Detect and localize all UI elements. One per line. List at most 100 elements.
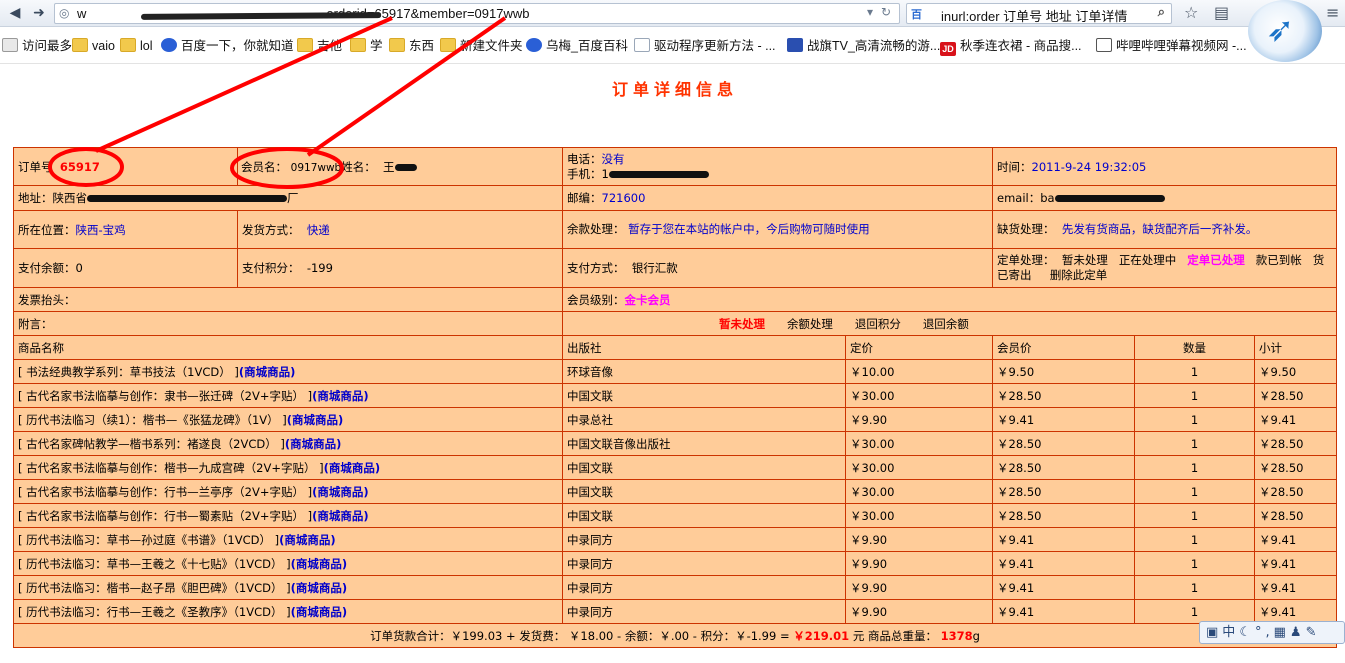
item-member-price: ￥28.50 <box>992 431 1136 456</box>
item-subtotal: ￥9.41 <box>1254 551 1338 576</box>
item-tag-link[interactable]: (商城商品) <box>312 389 369 403</box>
invoice-cell: 发票抬头： <box>13 287 563 312</box>
globe-icon: ◎ <box>59 6 70 20</box>
table-row: [ 古代名家书法临摹与创作：楷书—九成宫碑（2V+字贴） ](商城商品) 中国文联… <box>13 455 1338 480</box>
bookmark-item[interactable]: lol <box>120 36 153 56</box>
address-cell: 地址：陕西省厂 <box>13 185 563 211</box>
header-publisher: 出版社 <box>562 335 846 360</box>
item-tag-link[interactable]: (商城商品) <box>239 365 296 379</box>
bookmark-item[interactable]: 东西 <box>389 36 434 56</box>
item-subtotal: ￥28.50 <box>1254 479 1338 504</box>
item-tag-link[interactable]: (商城商品) <box>291 605 348 619</box>
item-name-cell: [ 古代名家书法临摹与创作：行书—蜀素贴（2V+字贴） ](商城商品) <box>13 503 563 528</box>
item-tag-link[interactable]: (商城商品) <box>312 509 369 523</box>
payment-cell: 支付方式： 银行汇款 <box>561 248 994 288</box>
paid-balance-cell: 支付余额：0 <box>13 248 238 288</box>
bookmark-item[interactable]: 百度一下，你就知道 <box>161 36 294 56</box>
name-redaction <box>394 163 417 171</box>
item-subtotal: ￥9.41 <box>1254 527 1338 552</box>
item-tag-link[interactable]: (商城商品) <box>324 461 381 475</box>
item-tag-link[interactable]: (商城商品) <box>287 413 344 427</box>
table-row: [ 历代书法临习：草书—王羲之《十七贴》（1VCD） ](商城商品) 中录同方 ￥9… <box>13 551 1338 576</box>
order-number: 65917 <box>59 159 100 174</box>
bookmark-item[interactable]: 驱动程序更新方法 - ... <box>634 36 776 56</box>
note-cell: 附言： <box>13 311 563 336</box>
bookmark-item[interactable]: 战旗TV_高清流畅的游... <box>787 36 940 56</box>
member-name: 0917wwb <box>290 161 342 174</box>
item-tag-link[interactable]: (商城商品) <box>279 533 336 547</box>
bookmark-item[interactable]: 访问最多 <box>2 36 72 56</box>
item-quantity: 1 <box>1134 359 1256 384</box>
clipboard-icon[interactable]: ▤ <box>1214 3 1229 22</box>
item-tag-link[interactable]: (商城商品) <box>285 437 342 451</box>
item-publisher: 中录同方 <box>562 527 846 552</box>
ime-logo-icon: ▣ <box>1206 625 1223 640</box>
search-bar[interactable]: 百 inurl:order 订单号 地址 订单详情 ⌕ <box>906 3 1172 24</box>
table-row: [ 古代名家书法临摹与创作：隶书—张迁碑（2V+字贴） ](商城商品) 中国文联 ￥… <box>13 383 1338 408</box>
order-summary: 订单货款合计：￥199.03 + 发货费： ￥18.00 - 余额：￥.00 -… <box>12 623 1338 648</box>
bookmark-item[interactable]: 吉他 <box>297 36 342 56</box>
item-price: ￥30.00 <box>844 455 994 480</box>
delete-order-link[interactable]: 删除此定单 <box>1050 268 1108 282</box>
balance-action-link[interactable]: 余额处理 <box>787 317 833 331</box>
order-status-processed[interactable]: 定单已处理 <box>1187 253 1245 267</box>
back-icon[interactable]: ◀ <box>4 4 26 23</box>
order-status-pending[interactable]: 暂未处理 <box>1062 253 1108 267</box>
item-name-cell: [ 古代名家书法临摹与创作：行书—兰亭序（2V+字贴） ](商城商品) <box>13 479 563 504</box>
doc-icon <box>634 38 650 52</box>
item-price: ￥30.00 <box>844 503 994 528</box>
item-publisher: 中国文联 <box>562 383 846 408</box>
item-publisher: 环球音像 <box>562 359 846 384</box>
forward-icon[interactable]: ➜ <box>28 4 50 23</box>
item-subtotal: ￥28.50 <box>1254 503 1338 528</box>
item-subtotal: ￥28.50 <box>1254 383 1338 408</box>
item-name-cell: [ 古代名家碑帖教学—楷书系列：褚遂良（2VCD） ](商城商品) <box>13 431 563 456</box>
header-product-name: 商品名称 <box>13 335 563 360</box>
item-subtotal: ￥9.50 <box>1254 359 1338 384</box>
bookmark-item[interactable]: 学 <box>350 36 383 56</box>
item-subtotal: ￥28.50 <box>1254 431 1338 456</box>
pending-action-link[interactable]: 暂未处理 <box>719 317 765 331</box>
item-tag-link[interactable]: (商城商品) <box>291 557 348 571</box>
item-price: ￥9.90 <box>844 527 994 552</box>
item-member-price: ￥9.41 <box>992 527 1136 552</box>
bookmark-star-icon[interactable]: ☆ <box>1184 3 1198 22</box>
item-publisher: 中国文联 <box>562 455 846 480</box>
dropdown-arrow-icon[interactable]: ▾ <box>867 5 873 19</box>
star-icon <box>787 38 803 52</box>
bookmark-item[interactable]: 新建文件夹 <box>440 36 523 56</box>
header-member-price: 会员价 <box>992 335 1136 360</box>
item-publisher: 中国文联 <box>562 503 846 528</box>
folder-icon <box>440 38 456 52</box>
action-cell: 暂未处理 余额处理 退回积分 退回余额 <box>561 311 1338 336</box>
item-publisher: 中录同方 <box>562 599 846 624</box>
search-icon[interactable]: ⌕ <box>1158 5 1165 20</box>
order-status-processing[interactable]: 正在处理中 <box>1119 253 1177 267</box>
table-row: [ 古代名家碑帖教学—楷书系列：褚遂良（2VCD） ](商城商品) 中国文联音像出… <box>13 431 1338 456</box>
ime-toolbar[interactable]: ▣中☾°,▦♟✎ <box>1199 621 1345 644</box>
folder-icon <box>72 38 88 52</box>
folder-icon <box>350 38 366 52</box>
jd-icon: JD <box>940 42 956 56</box>
refund-balance-link[interactable]: 退回余额 <box>923 317 969 331</box>
bookmark-item[interactable]: 哔哩哔哩弹幕视频网 -... <box>1096 36 1247 56</box>
order-number-cell: 订单号 65917 <box>13 147 238 186</box>
table-row: [ 历代书法临习：楷书—赵子昂《胆巴碑》（1VCD） ](商城商品) 中录同方 ￥9… <box>13 575 1338 600</box>
mobile-redaction <box>608 170 709 178</box>
menu-icon[interactable]: ≡ <box>1326 3 1339 22</box>
order-status-paid[interactable]: 款已到帐 <box>1256 253 1302 267</box>
item-tag-link[interactable]: (商城商品) <box>291 581 348 595</box>
bookmark-item[interactable]: 乌梅_百度百科 <box>526 36 628 56</box>
browser-toolbar: ◀ ➜ ◎ w orderid=65917&member=0917wwb ▾ ↻ … <box>0 0 1345 27</box>
item-name-cell: [ 古代名家书法临摹与创作：楷书—九成宫碑（2V+字贴） ](商城商品) <box>13 455 563 480</box>
search-query[interactable]: inurl:order 订单号 地址 订单详情 <box>941 6 1127 25</box>
address-bar[interactable]: ◎ w orderid=65917&member=0917wwb ▾ ↻ <box>54 3 900 24</box>
item-tag-link[interactable]: (商城商品) <box>312 485 369 499</box>
postcode-cell: 邮编：721600 <box>561 185 994 211</box>
bookmark-item[interactable]: vaio <box>72 36 115 56</box>
reload-icon[interactable]: ↻ <box>881 5 891 19</box>
bookmark-item[interactable]: JD 秋季连衣裙 - 商品搜... <box>940 36 1082 56</box>
search-engine-icon[interactable]: 百 <box>911 6 922 22</box>
refund-points-link[interactable]: 退回积分 <box>855 317 901 331</box>
item-member-price: ￥9.50 <box>992 359 1136 384</box>
